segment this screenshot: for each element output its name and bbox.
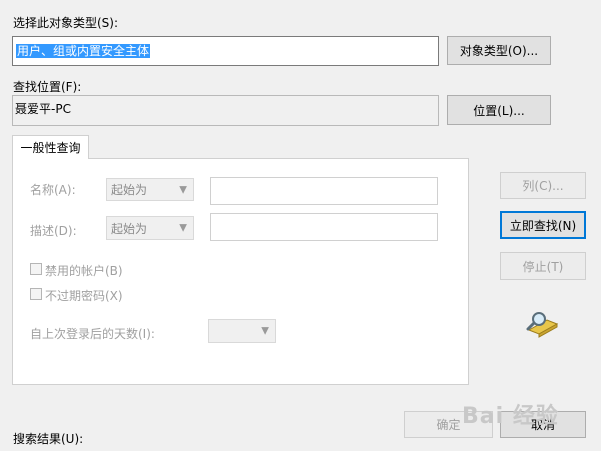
non-expiring-password-checkbox[interactable] bbox=[30, 288, 42, 300]
non-expiring-password-label: 不过期密码(X) bbox=[45, 289, 123, 303]
location-field: 聂爱平-PC bbox=[12, 95, 439, 126]
tab-common-queries[interactable]: 一般性查询 bbox=[12, 135, 89, 159]
object-types-button[interactable]: 对象类型(O)... bbox=[447, 36, 551, 65]
chevron-down-icon: ▼ bbox=[261, 325, 269, 337]
description-label: 描述(D): bbox=[30, 224, 77, 238]
chevron-down-icon: ▼ bbox=[179, 184, 187, 195]
stop-button[interactable]: 停止(T) bbox=[500, 252, 586, 280]
baidu-watermark: Bai 经验 bbox=[462, 404, 559, 429]
name-input[interactable] bbox=[210, 177, 438, 205]
name-mode-value: 起始为 bbox=[111, 183, 148, 197]
columns-button[interactable]: 列(C)... bbox=[500, 172, 586, 199]
days-since-logon-select[interactable]: ▼ bbox=[208, 319, 276, 343]
object-type-field[interactable]: 用户、组或内置安全主体 bbox=[12, 36, 439, 66]
description-mode-select[interactable]: 起始为 ▼ bbox=[106, 216, 194, 240]
locations-button[interactable]: 位置(L)... bbox=[447, 95, 551, 125]
description-input[interactable] bbox=[210, 213, 438, 241]
days-since-logon-label: 自上次登录后的天数(I): bbox=[30, 327, 155, 341]
location-value: 聂爱平-PC bbox=[15, 102, 71, 116]
search-magnifier-icon bbox=[525, 308, 561, 338]
chevron-down-icon: ▼ bbox=[179, 222, 187, 234]
name-label: 名称(A): bbox=[30, 183, 76, 197]
search-results-label: 搜索结果(U): bbox=[13, 432, 84, 446]
find-now-button[interactable]: 立即查找(N) bbox=[500, 211, 586, 239]
description-mode-value: 起始为 bbox=[111, 221, 148, 236]
object-type-label: 选择此对象类型(S): bbox=[13, 16, 119, 30]
location-label: 查找位置(F): bbox=[13, 80, 82, 94]
object-type-value: 用户、组或内置安全主体 bbox=[16, 44, 151, 58]
disabled-accounts-checkbox[interactable] bbox=[30, 263, 42, 275]
name-mode-select[interactable]: 起始为 ▼ bbox=[106, 178, 194, 201]
disabled-accounts-label: 禁用的帐户(B) bbox=[45, 264, 123, 278]
tab-common-queries-label: 一般性查询 bbox=[20, 141, 81, 155]
